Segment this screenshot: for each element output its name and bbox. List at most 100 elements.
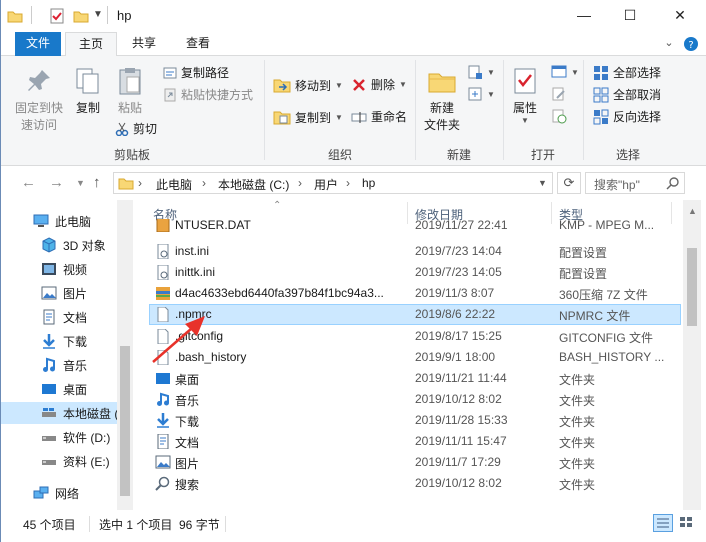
back-arrow-icon[interactable]: ← xyxy=(21,174,36,191)
copy-to-button[interactable]: 复制到 ▼ xyxy=(273,108,343,126)
maximize-button[interactable]: ☐ xyxy=(607,0,653,30)
navigation-pane-scroll-thumb[interactable] xyxy=(120,346,130,496)
invert-selection-button[interactable]: 反向选择 xyxy=(593,108,661,125)
paste-button[interactable]: 粘贴 xyxy=(111,66,149,116)
file-list-scrollbar[interactable]: ▲ xyxy=(683,200,701,510)
open-button[interactable]: ▼ xyxy=(551,64,579,80)
file-row[interactable]: d4ac4633ebd6440fa397b84f1bc94a3... 2019/… xyxy=(149,283,681,304)
folder-icon xyxy=(7,8,23,24)
nav-item-3d-objects[interactable]: 3D 对象 xyxy=(1,234,117,256)
copy-button[interactable]: 复制 xyxy=(69,66,107,116)
file-row[interactable]: 图片 2019/11/7 17:29 文件夹 xyxy=(149,452,681,473)
nav-item-label: 音乐 xyxy=(63,358,88,373)
nav-item-network[interactable]: 网络 xyxy=(1,482,117,504)
properties-icon xyxy=(514,68,536,94)
nav-item-downloads[interactable]: 下载 xyxy=(1,330,117,352)
nav-item-local-disk-c[interactable]: 本地磁盘 ( xyxy=(1,402,118,424)
ribbon-tabs: 文件 主页 共享 查看 ⌄ ? xyxy=(1,32,706,57)
easy-access-button[interactable]: ▼ xyxy=(467,86,495,102)
file-list: 名称 ⌃ 修改日期 类型 NTUSER.DAT 2019/11/27 22:41… xyxy=(149,200,681,510)
easy-access-dropdown-icon: ▼ xyxy=(487,89,495,99)
pin-quick-access-button[interactable]: 固定到快 速访问 xyxy=(11,66,67,133)
file-name: 音乐 xyxy=(175,394,200,408)
tab-home[interactable]: 主页 xyxy=(65,32,117,57)
file-date: 2019/7/23 14:05 xyxy=(415,265,502,279)
file-row[interactable]: .gitconfig 2019/8/17 15:25 GITCONFIG 文件 xyxy=(149,326,681,347)
address-bar[interactable]: › 此电脑 › 本地磁盘 (C:) › 用户 › hp ▼ xyxy=(113,172,553,194)
paste-shortcut-button[interactable]: 粘贴快捷方式 xyxy=(163,86,253,103)
properties-button[interactable]: 属性 ▼ xyxy=(507,66,543,125)
delete-button[interactable]: 删除 ▼ xyxy=(351,76,407,93)
rename-button[interactable]: 重命名 xyxy=(351,108,407,125)
tab-share[interactable]: 共享 xyxy=(119,32,169,56)
edit-button[interactable] xyxy=(551,86,567,102)
refresh-button[interactable]: ⟳ xyxy=(557,172,581,194)
archive-icon xyxy=(156,287,170,300)
file-row[interactable]: 音乐 2019/10/12 8:02 文件夹 xyxy=(149,389,681,410)
breadcrumb-drive-c[interactable]: 本地磁盘 (C:) xyxy=(218,176,289,193)
nav-item-pictures[interactable]: 图片 xyxy=(1,282,117,304)
group-separator xyxy=(264,60,265,160)
file-row[interactable]: .bash_history 2019/9/1 18:00 BASH_HISTOR… xyxy=(149,347,681,368)
large-icons-view-icon[interactable] xyxy=(677,514,697,532)
close-button[interactable]: ✕ xyxy=(653,0,706,30)
properties-quick-icon[interactable] xyxy=(49,8,65,24)
navigation-pane-scrollbar[interactable] xyxy=(117,200,133,510)
file-row[interactable]: 搜索 2019/10/12 8:02 文件夹 xyxy=(149,473,681,494)
tab-view[interactable]: 查看 xyxy=(173,32,223,56)
file-row[interactable]: 桌面 2019/11/21 11:44 文件夹 xyxy=(149,368,681,389)
new-item-button[interactable]: ▼ xyxy=(467,64,495,80)
group-label-clipboard: 剪贴板 xyxy=(113,148,150,162)
select-all-button[interactable]: 全部选择 xyxy=(593,64,661,81)
details-view-icon[interactable] xyxy=(653,514,673,532)
file-row[interactable]: 下载 2019/11/28 15:33 文件夹 xyxy=(149,410,681,431)
new-folder-label-line2: 文件夹 xyxy=(423,118,460,132)
nav-item-videos[interactable]: 视频 xyxy=(1,258,117,280)
file-list-scroll-thumb[interactable] xyxy=(687,248,697,326)
paste-shortcut-label: 粘贴快捷方式 xyxy=(181,88,254,102)
expand-ribbon-icon[interactable]: ⌄ xyxy=(659,32,679,56)
minimize-button[interactable]: — xyxy=(561,0,607,30)
file-type: 文件夹 xyxy=(559,457,596,471)
select-none-button[interactable]: 全部取消 xyxy=(593,86,661,103)
recent-locations-chevron-icon[interactable]: ▼ xyxy=(76,178,85,188)
search-box[interactable]: 搜索"hp" xyxy=(585,172,685,194)
nav-item-drive-d[interactable]: 软件 (D:) xyxy=(1,426,117,448)
copy-path-button[interactable]: 复制路径 xyxy=(163,64,229,81)
file-row[interactable]: inst.ini 2019/7/23 14:04 配置设置 xyxy=(149,241,681,262)
breadcrumb-users[interactable]: 用户 xyxy=(314,176,338,193)
nav-item-this-pc[interactable]: 此电脑 xyxy=(1,210,117,232)
tab-file[interactable]: 文件 xyxy=(15,32,61,56)
nav-item-music[interactable]: 音乐 xyxy=(1,354,117,376)
up-arrow-icon[interactable]: ↑ xyxy=(93,174,101,191)
file-row[interactable]: 文档 2019/11/11 15:47 文件夹 xyxy=(149,431,681,452)
breadcrumb-hp[interactable]: hp xyxy=(362,176,375,190)
svg-text:?: ? xyxy=(688,40,693,51)
address-history-dropdown-icon[interactable]: ▼ xyxy=(538,178,547,188)
file-type: 文件夹 xyxy=(559,436,596,450)
new-folder-quick-icon[interactable] xyxy=(73,8,89,24)
breadcrumb-this-pc[interactable]: 此电脑 xyxy=(156,176,192,193)
nav-item-documents[interactable]: 文档 xyxy=(1,306,117,328)
select-all-icon xyxy=(594,65,608,80)
file-name: NTUSER.DAT xyxy=(175,219,251,232)
file-row[interactable]: NTUSER.DAT 2019/11/27 22:41 KMP - MPEG M… xyxy=(149,219,681,236)
forward-arrow-icon[interactable]: → xyxy=(49,174,64,191)
new-folder-button[interactable]: 新建 文件夹 xyxy=(419,66,465,133)
file-name: 下载 xyxy=(175,415,200,429)
file-row-selected[interactable]: .npmrc 2019/8/6 22:22 NPMRC 文件 xyxy=(149,304,681,325)
file-row[interactable]: inittk.ini 2019/7/23 14:05 配置设置 xyxy=(149,262,681,283)
file-type: KMP - MPEG M... xyxy=(559,219,655,232)
paste-label: 粘贴 xyxy=(117,101,142,115)
help-icon[interactable]: ? xyxy=(681,32,701,56)
scroll-up-icon[interactable]: ▲ xyxy=(688,206,697,216)
desktop-folder-icon xyxy=(156,373,170,384)
nav-item-drive-e[interactable]: 资料 (E:) xyxy=(1,450,117,472)
move-to-button[interactable]: 移动到 ▼ xyxy=(273,76,343,94)
explorer-window: ▼ hp — ☐ ✕ 文件 主页 共享 查看 ⌄ ? 固定到快 速访问 复制 粘… xyxy=(0,0,706,542)
nav-item-desktop[interactable]: 桌面 xyxy=(1,378,117,400)
group-label-organize: 组织 xyxy=(327,148,352,162)
history-button[interactable] xyxy=(551,108,567,124)
file-date: 2019/11/11 15:47 xyxy=(415,434,507,448)
cut-button[interactable]: 剪切 xyxy=(115,120,157,137)
